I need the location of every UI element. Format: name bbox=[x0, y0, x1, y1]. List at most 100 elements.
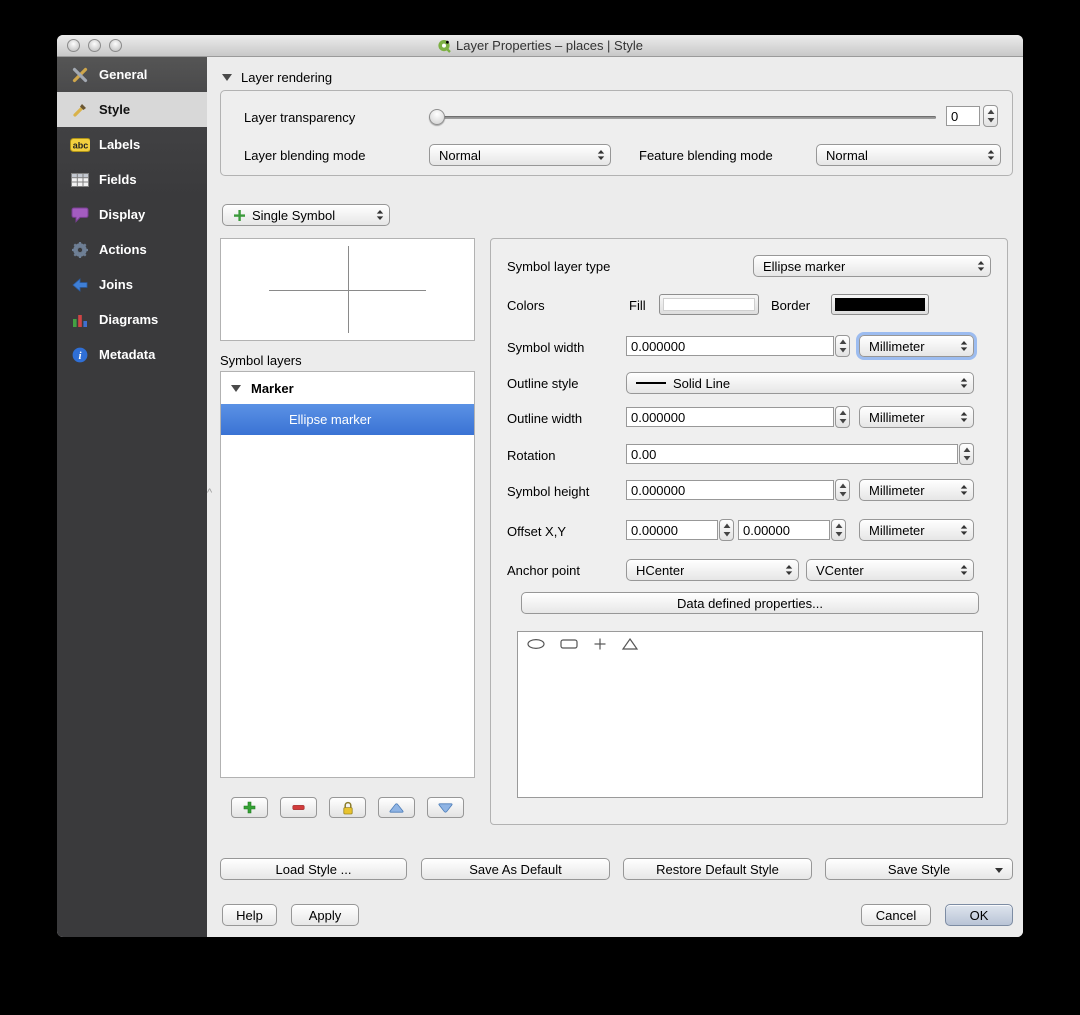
outline-style-label: Outline style bbox=[507, 376, 579, 391]
outline-style-select[interactable]: Solid Line bbox=[626, 372, 974, 394]
symbol-preview-area bbox=[220, 238, 475, 341]
symbol-width-stepper[interactable] bbox=[835, 335, 850, 357]
style-page-content: ^ Layer rendering Layer transparency Lay… bbox=[207, 57, 1023, 937]
tree-group-marker[interactable]: Marker bbox=[221, 372, 474, 404]
minimize-button[interactable] bbox=[88, 39, 101, 52]
border-color-swatch bbox=[835, 298, 925, 311]
sidebar-item-label: Style bbox=[99, 102, 131, 117]
layer-rendering-header[interactable]: Layer rendering bbox=[222, 70, 332, 85]
fill-color-button[interactable] bbox=[659, 294, 759, 315]
offset-x-input[interactable] bbox=[626, 520, 718, 540]
symbol-layer-type-select[interactable]: Ellipse marker bbox=[753, 255, 991, 277]
anchor-horizontal-select[interactable]: HCenter bbox=[626, 559, 799, 581]
cross-symbol-icon[interactable] bbox=[592, 637, 608, 656]
dropdown-arrows-icon bbox=[785, 560, 793, 580]
sidebar-item-general[interactable]: General bbox=[57, 57, 207, 92]
preview-cross-vertical bbox=[348, 246, 349, 333]
solid-line-swatch bbox=[636, 382, 666, 384]
offset-y-stepper[interactable] bbox=[831, 519, 846, 541]
border-color-button[interactable] bbox=[831, 294, 929, 315]
sidebar-item-metadata[interactable]: i Metadata bbox=[57, 337, 207, 372]
restore-default-style-button[interactable]: Restore Default Style bbox=[623, 858, 812, 880]
move-down-button[interactable] bbox=[427, 797, 464, 818]
traffic-lights bbox=[67, 39, 122, 52]
sidebar-item-joins[interactable]: Joins bbox=[57, 267, 207, 302]
rotation-stepper[interactable] bbox=[959, 443, 974, 465]
close-button[interactable] bbox=[67, 39, 80, 52]
layer-blending-select[interactable]: Normal bbox=[429, 144, 611, 166]
apply-button[interactable]: Apply bbox=[291, 904, 359, 926]
window-titlebar[interactable]: Layer Properties – places | Style bbox=[57, 35, 1023, 57]
help-button[interactable]: Help bbox=[222, 904, 277, 926]
offset-label: Offset X,Y bbox=[507, 524, 567, 539]
offset-x-stepper[interactable] bbox=[719, 519, 734, 541]
layer-rendering-groupbox: Layer transparency Layer blending mode N… bbox=[220, 90, 1013, 176]
splitter-collapse-handle[interactable]: ^ bbox=[207, 487, 212, 499]
slider-thumb[interactable] bbox=[429, 109, 445, 125]
tree-group-label: Marker bbox=[251, 380, 294, 396]
transparency-value-input[interactable] bbox=[946, 106, 980, 126]
ok-button[interactable]: OK bbox=[945, 904, 1013, 926]
tree-item-label: Ellipse marker bbox=[289, 412, 372, 427]
window-title: Layer Properties – places | Style bbox=[456, 38, 643, 53]
transparency-stepper[interactable] bbox=[983, 105, 998, 127]
symbol-width-label: Symbol width bbox=[507, 340, 585, 355]
sidebar-item-label: Diagrams bbox=[99, 312, 159, 327]
lock-color-button[interactable] bbox=[329, 797, 366, 818]
sidebar-item-actions[interactable]: Actions bbox=[57, 232, 207, 267]
tree-item-ellipse-marker[interactable]: Ellipse marker bbox=[221, 404, 474, 435]
anchor-point-label: Anchor point bbox=[507, 563, 580, 578]
cancel-button[interactable]: Cancel bbox=[861, 904, 931, 926]
attribute-table-icon bbox=[70, 172, 90, 187]
rectangle-symbol-icon[interactable] bbox=[559, 637, 579, 656]
sidebar-item-diagrams[interactable]: Diagrams bbox=[57, 302, 207, 337]
dropdown-arrows-icon bbox=[977, 256, 985, 276]
slider-track[interactable] bbox=[429, 116, 936, 119]
dropdown-arrows-icon bbox=[960, 407, 968, 427]
sidebar-item-style[interactable]: Style bbox=[57, 92, 207, 127]
anchor-vertical-select[interactable]: VCenter bbox=[806, 559, 974, 581]
sidebar-item-label: Fields bbox=[99, 172, 137, 187]
sidebar-item-fields[interactable]: Fields bbox=[57, 162, 207, 197]
symbol-height-stepper[interactable] bbox=[835, 479, 850, 501]
symbol-height-input[interactable] bbox=[626, 480, 834, 500]
offset-unit-select[interactable]: Millimeter bbox=[859, 519, 974, 541]
symbol-width-unit-select[interactable]: Millimeter bbox=[859, 335, 974, 357]
symbol-layers-tree: Marker Ellipse marker bbox=[220, 371, 475, 778]
add-symbol-layer-button[interactable] bbox=[231, 797, 268, 818]
outline-width-stepper[interactable] bbox=[835, 406, 850, 428]
symbol-layers-label: Symbol layers bbox=[220, 353, 302, 368]
dropdown-arrows-icon bbox=[987, 145, 995, 165]
dropdown-arrows-icon bbox=[597, 145, 605, 165]
triangle-symbol-icon[interactable] bbox=[621, 637, 639, 656]
save-as-default-button[interactable]: Save As Default bbox=[421, 858, 610, 880]
layer-blending-label: Layer blending mode bbox=[244, 148, 366, 163]
feature-blending-select[interactable]: Normal bbox=[816, 144, 1001, 166]
colors-label: Colors bbox=[507, 298, 545, 313]
ellipse-symbol-icon[interactable] bbox=[526, 637, 546, 656]
dropdown-arrows-icon bbox=[376, 205, 384, 225]
minus-icon bbox=[289, 803, 309, 812]
join-arrow-icon bbox=[70, 277, 90, 292]
symbol-height-unit-select[interactable]: Millimeter bbox=[859, 479, 974, 501]
up-arrow-icon bbox=[387, 802, 407, 813]
symbol-width-input[interactable] bbox=[626, 336, 834, 356]
outline-width-unit-select[interactable]: Millimeter bbox=[859, 406, 974, 428]
transparency-slider[interactable] bbox=[429, 107, 936, 127]
plus-icon bbox=[240, 801, 260, 814]
outline-width-input[interactable] bbox=[626, 407, 834, 427]
zoom-button[interactable] bbox=[109, 39, 122, 52]
outline-width-label: Outline width bbox=[507, 411, 583, 426]
save-style-button[interactable]: Save Style bbox=[825, 858, 1013, 880]
move-up-button[interactable] bbox=[378, 797, 415, 818]
gear-icon bbox=[70, 241, 90, 259]
data-defined-properties-button[interactable]: Data defined properties... bbox=[521, 592, 979, 614]
remove-symbol-layer-button[interactable] bbox=[280, 797, 317, 818]
save-style-menu-arrow-icon bbox=[995, 868, 1003, 873]
offset-y-input[interactable] bbox=[738, 520, 830, 540]
sidebar-item-display[interactable]: Display bbox=[57, 197, 207, 232]
load-style-button[interactable]: Load Style ... bbox=[220, 858, 407, 880]
renderer-type-select[interactable]: Single Symbol bbox=[222, 204, 390, 226]
rotation-input[interactable] bbox=[626, 444, 958, 464]
sidebar-item-labels[interactable]: abc Labels bbox=[57, 127, 207, 162]
